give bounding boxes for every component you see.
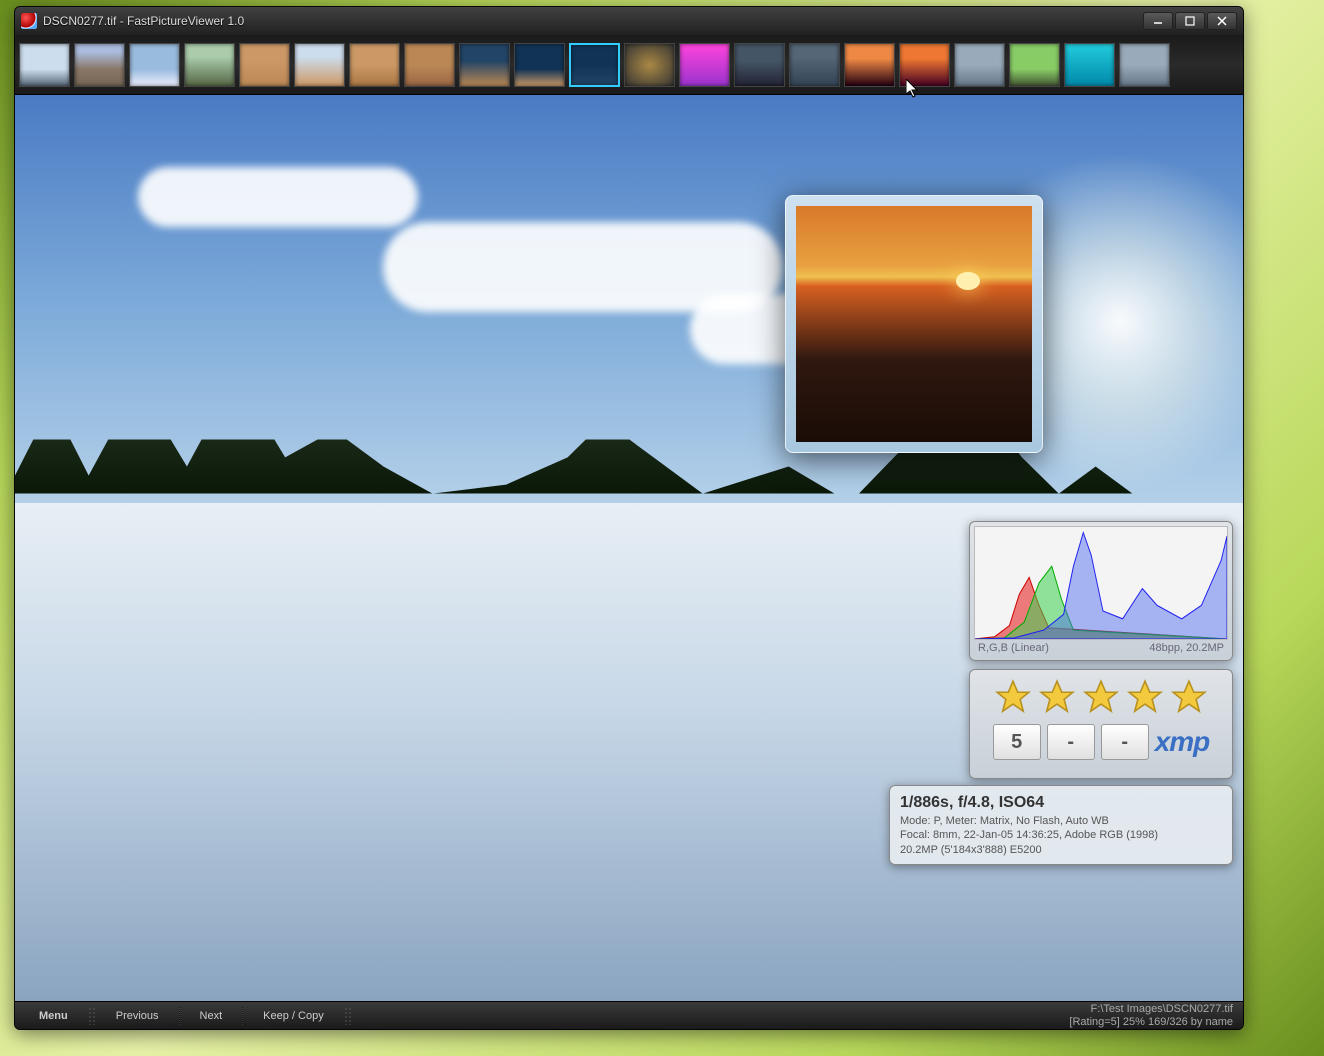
star-icon[interactable] xyxy=(1082,678,1120,716)
thumbnail[interactable] xyxy=(129,43,180,87)
thumbnail[interactable] xyxy=(514,43,565,87)
window-title: DSCN0277.tif - FastPictureViewer 1.0 xyxy=(43,14,1143,28)
rating-urgency-box[interactable]: - xyxy=(1101,724,1149,760)
star-icon[interactable] xyxy=(1170,678,1208,716)
thumbnail[interactable] xyxy=(19,43,70,87)
bottom-toolbar: Menu Previous Next Keep / Copy F:\Test I… xyxy=(15,1001,1243,1029)
thumbnail[interactable] xyxy=(679,43,730,87)
thumbnail[interactable] xyxy=(294,43,345,87)
previous-button[interactable]: Previous xyxy=(102,1007,173,1025)
xmp-logo: xmp xyxy=(1155,726,1210,758)
histogram-info-label: 48bpp, 20.2MP xyxy=(1149,642,1224,654)
thumbnail[interactable] xyxy=(459,43,510,87)
exif-line-resolution: 20.2MP (5'184x3'888) E5200 xyxy=(900,843,1222,858)
histogram-mode-label: R,G,B (Linear) xyxy=(978,642,1049,654)
thumbnail[interactable] xyxy=(349,43,400,87)
keep-copy-button[interactable]: Keep / Copy xyxy=(249,1007,338,1025)
rating-panel[interactable]: 5 - - xmp xyxy=(969,669,1233,779)
exif-info-panel[interactable]: 1/886s, f/4.8, ISO64 Mode: P, Meter: Mat… xyxy=(889,785,1233,865)
rating-stars[interactable] xyxy=(994,678,1208,716)
thumbnail[interactable] xyxy=(184,43,235,87)
status-label: [Rating=5] 25% 169/326 by name xyxy=(1069,1016,1233,1029)
status-right: F:\Test Images\DSCN0277.tif [Rating=5] 2… xyxy=(1069,1003,1233,1028)
sun-icon xyxy=(956,272,980,290)
thumbnail[interactable] xyxy=(569,43,620,87)
rating-value-box[interactable]: 5 xyxy=(993,724,1041,760)
minimize-button[interactable] xyxy=(1143,12,1173,30)
histogram-label-row: R,G,B (Linear) 48bpp, 20.2MP xyxy=(974,640,1228,656)
maximize-button[interactable] xyxy=(1175,12,1205,30)
thumbnail[interactable] xyxy=(844,43,895,87)
file-path-label: F:\Test Images\DSCN0277.tif xyxy=(1069,1003,1233,1016)
close-button[interactable] xyxy=(1207,12,1237,30)
thumbnail[interactable] xyxy=(1009,43,1060,87)
thumbnail-preview-popup xyxy=(785,195,1043,453)
app-window: DSCN0277.tif - FastPictureViewer 1.0 xyxy=(14,6,1244,1030)
titlebar[interactable]: DSCN0277.tif - FastPictureViewer 1.0 xyxy=(15,7,1243,35)
thumbnail[interactable] xyxy=(954,43,1005,87)
main-image-area[interactable]: R,G,B (Linear) 48bpp, 20.2MP 5 - - xmp 1… xyxy=(15,95,1243,1001)
thumbnail[interactable] xyxy=(1064,43,1115,87)
star-icon[interactable] xyxy=(1038,678,1076,716)
thumbnail[interactable] xyxy=(624,43,675,87)
thumbnail[interactable] xyxy=(734,43,785,87)
thumbnail[interactable] xyxy=(789,43,840,87)
cloud-icon xyxy=(138,167,418,227)
thumbnail[interactable] xyxy=(404,43,455,87)
window-controls xyxy=(1143,12,1237,30)
exif-headline: 1/886s, f/4.8, ISO64 xyxy=(900,792,1222,814)
preview-image xyxy=(796,206,1032,442)
next-button[interactable]: Next xyxy=(186,1007,237,1025)
rating-details-row: 5 - - xmp xyxy=(978,724,1224,760)
star-icon[interactable] xyxy=(994,678,1032,716)
toolbar-separator xyxy=(179,1007,180,1025)
thumbnail[interactable] xyxy=(239,43,290,87)
thumbnail[interactable] xyxy=(1119,43,1170,87)
toolbar-separator xyxy=(344,1007,352,1025)
histogram-canvas xyxy=(974,526,1228,640)
thumbnail-strip[interactable] xyxy=(15,35,1243,95)
cursor-icon xyxy=(906,79,922,99)
menu-button[interactable]: Menu xyxy=(25,1007,82,1025)
exif-line-mode: Mode: P, Meter: Matrix, No Flash, Auto W… xyxy=(900,814,1222,829)
toolbar-separator xyxy=(242,1007,243,1025)
toolbar-separator xyxy=(88,1007,96,1025)
exif-line-focal: Focal: 8mm, 22-Jan-05 14:36:25, Adobe RG… xyxy=(900,828,1222,843)
star-icon[interactable] xyxy=(1126,678,1164,716)
rating-color-label-box[interactable]: - xyxy=(1047,724,1095,760)
thumbnail[interactable] xyxy=(74,43,125,87)
app-icon xyxy=(21,13,37,29)
histogram-panel[interactable]: R,G,B (Linear) 48bpp, 20.2MP xyxy=(969,521,1233,661)
